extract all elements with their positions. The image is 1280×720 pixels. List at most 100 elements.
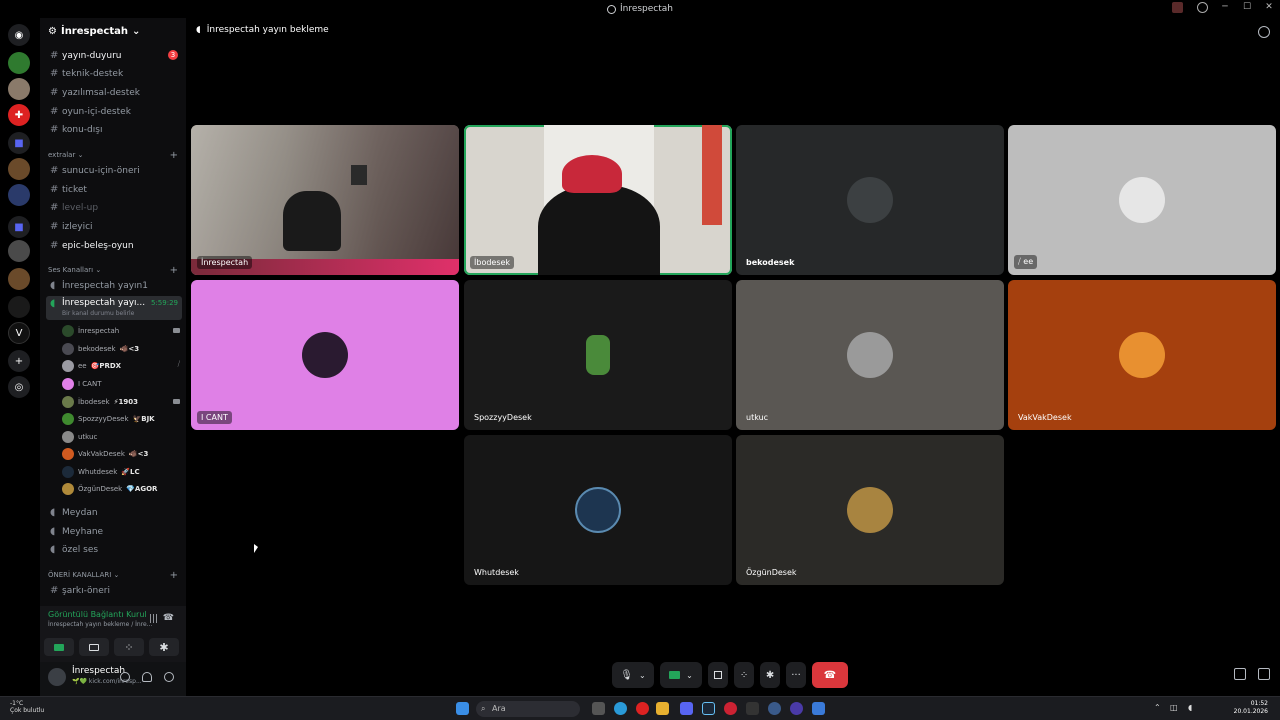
voice-user[interactable]: ÖzgünDesek 💎AGOR (62, 481, 180, 497)
voice-user[interactable]: bekodesek 🐗<3 (62, 341, 180, 357)
voice-user[interactable]: İnrespectah (62, 323, 180, 339)
inbox-icon[interactable] (1172, 2, 1183, 13)
screen-share-button[interactable] (79, 638, 109, 656)
app-icon-4[interactable] (812, 702, 825, 715)
add-channel-icon[interactable]: + (170, 570, 178, 581)
activities-button[interactable]: ⁘ (734, 662, 754, 688)
microphone-icon: 🎙 (620, 669, 633, 681)
server-icon-5[interactable] (8, 184, 30, 206)
app-icon-3[interactable] (790, 702, 803, 715)
activities-button[interactable]: ⁘ (114, 638, 144, 656)
tile-name-label: ÖzgünDesek (746, 568, 797, 577)
chevron-down-icon[interactable]: ⌄ (639, 671, 646, 680)
app-icon-2[interactable] (768, 702, 781, 715)
video-tile[interactable]: VakVakDesek (1008, 280, 1276, 430)
tile-name-label: İnrespectah (197, 256, 253, 269)
video-tile[interactable]: ÖzgünDesek (736, 435, 1004, 585)
server-icon-9[interactable]: V (8, 322, 30, 344)
system-clock[interactable]: 01:52 20.01.2026 (1234, 700, 1268, 716)
voice-user[interactable]: VakVakDesek 🐗<3 (62, 446, 180, 462)
members-icon[interactable] (1258, 26, 1270, 38)
video-tile[interactable]: Whutdesek (464, 435, 732, 585)
video-tile[interactable]: utkuc (736, 280, 1004, 430)
voice-user[interactable]: SpozzyyDesek 🦅BJK (62, 411, 180, 427)
server-icon-3[interactable]: ✚ (8, 104, 30, 126)
microphone-icon[interactable] (120, 672, 130, 682)
folder-icon[interactable]: ■ (8, 132, 30, 154)
avatar[interactable] (48, 668, 66, 686)
voice-channel-ozel-ses[interactable]: ◖ özel ses (46, 541, 182, 558)
soundboard-button[interactable]: ✱ (760, 662, 780, 688)
voice-channel-meydan[interactable]: ◖ Meydan (46, 504, 182, 521)
channel-sarki-oneri[interactable]: # şarkı-öneri (46, 582, 182, 599)
app-icon[interactable] (746, 702, 759, 715)
headphones-icon[interactable] (142, 672, 152, 682)
windows-start-icon[interactable] (456, 702, 469, 715)
user-panel: İnrespectah 🌱💚 kick.com/inresp... (40, 662, 186, 696)
chevron-down-icon[interactable]: ⌄ (686, 671, 693, 680)
username[interactable]: İnrespectah (72, 666, 125, 676)
more-options-button[interactable]: ··· (786, 662, 806, 688)
video-tile[interactable]: İnrespectah (191, 125, 459, 275)
avatar (847, 332, 893, 378)
folder-icon-2[interactable]: ■ (8, 216, 30, 238)
video-tile[interactable]: bekodesek (736, 125, 1004, 275)
connection-status[interactable]: Görüntülü Bağlantı Kurul (48, 610, 147, 619)
opera-icon[interactable] (636, 702, 649, 715)
voice-user[interactable]: utkuc (62, 429, 180, 445)
call-controls: 🎙 ⌄ ⌄ ⁘ ✱ ··· ☎ (612, 662, 848, 688)
voice-channel-meyhane[interactable]: ◖ Meyhane (46, 523, 182, 540)
video-tile[interactable]: I CANT (191, 280, 459, 430)
server-icon-7[interactable] (8, 268, 30, 290)
server-icon-8[interactable] (8, 296, 30, 318)
steam-icon[interactable] (702, 702, 715, 715)
disconnect-button[interactable]: ☎ (812, 662, 848, 688)
minimize-icon[interactable]: ─ (1220, 2, 1230, 12)
avatar (62, 413, 74, 425)
mute-button[interactable]: 🎙 ⌄ (612, 662, 654, 688)
discord-taskbar-icon[interactable] (680, 702, 693, 715)
server-icon-2[interactable] (8, 78, 30, 100)
server-icon-4[interactable] (8, 158, 30, 180)
gear-icon[interactable] (164, 672, 174, 682)
camera-button[interactable]: ⌄ (660, 662, 702, 688)
close-icon[interactable]: ✕ (1264, 2, 1274, 12)
network-icon[interactable]: ◫ (1170, 703, 1178, 712)
disconnect-icon[interactable]: ☎ (163, 613, 174, 623)
weather-widget[interactable]: -1°C Çok bulutlu (10, 700, 44, 714)
help-icon[interactable] (1197, 2, 1208, 13)
speaker-icon: ◖ (50, 507, 56, 518)
soundboard-icon[interactable]: ||| (149, 614, 158, 624)
voice-user[interactable]: ee 🎯PRDX ⧸ (62, 358, 180, 374)
category-oneri-kanallari[interactable]: ÖNERİ KANALLARI ⌄ + (48, 570, 178, 581)
discover-icon[interactable]: ◎ (8, 376, 30, 398)
server-icon-6[interactable] (8, 240, 30, 262)
server-icon-1[interactable] (8, 52, 30, 74)
camera-button[interactable] (44, 638, 74, 656)
edge-icon[interactable] (614, 702, 627, 715)
voice-user[interactable]: I CANT (62, 376, 180, 392)
chrome-icon[interactable] (724, 702, 737, 715)
add-server-icon[interactable]: + (8, 350, 30, 372)
soundboard-button[interactable]: ✱ (149, 638, 179, 656)
task-view-icon[interactable] (592, 702, 605, 715)
connection-channel[interactable]: İnrespectah yayın bekleme / İnre... (48, 621, 152, 628)
share-screen-button[interactable] (708, 662, 728, 688)
voice-user[interactable]: Whutdesek 🚀LC (62, 464, 180, 480)
search-box[interactable]: ⌕ Ara (476, 701, 580, 717)
maximize-icon[interactable]: ☐ (1242, 2, 1252, 12)
fullscreen-icon[interactable] (1258, 668, 1270, 680)
avatar (62, 483, 74, 495)
voice-user[interactable]: İbodesek ⚡1903 (62, 394, 180, 410)
activities-icon: ⁘ (739, 669, 749, 681)
video-tile[interactable]: İbodesek (464, 125, 732, 275)
video-tile[interactable]: ⧸ ee (1008, 125, 1276, 275)
video-tile[interactable]: SpozzyyDesek (464, 280, 732, 430)
tray-chevron-icon[interactable]: ⌃ (1154, 703, 1161, 712)
volume-icon[interactable]: ◖ (1188, 703, 1192, 712)
tile-name-label: VakVakDesek (1018, 413, 1072, 422)
popout-icon[interactable] (1234, 668, 1246, 680)
file-explorer-icon[interactable] (656, 702, 669, 715)
discord-home-icon[interactable]: ◉ (8, 24, 30, 46)
avatar (62, 378, 74, 390)
